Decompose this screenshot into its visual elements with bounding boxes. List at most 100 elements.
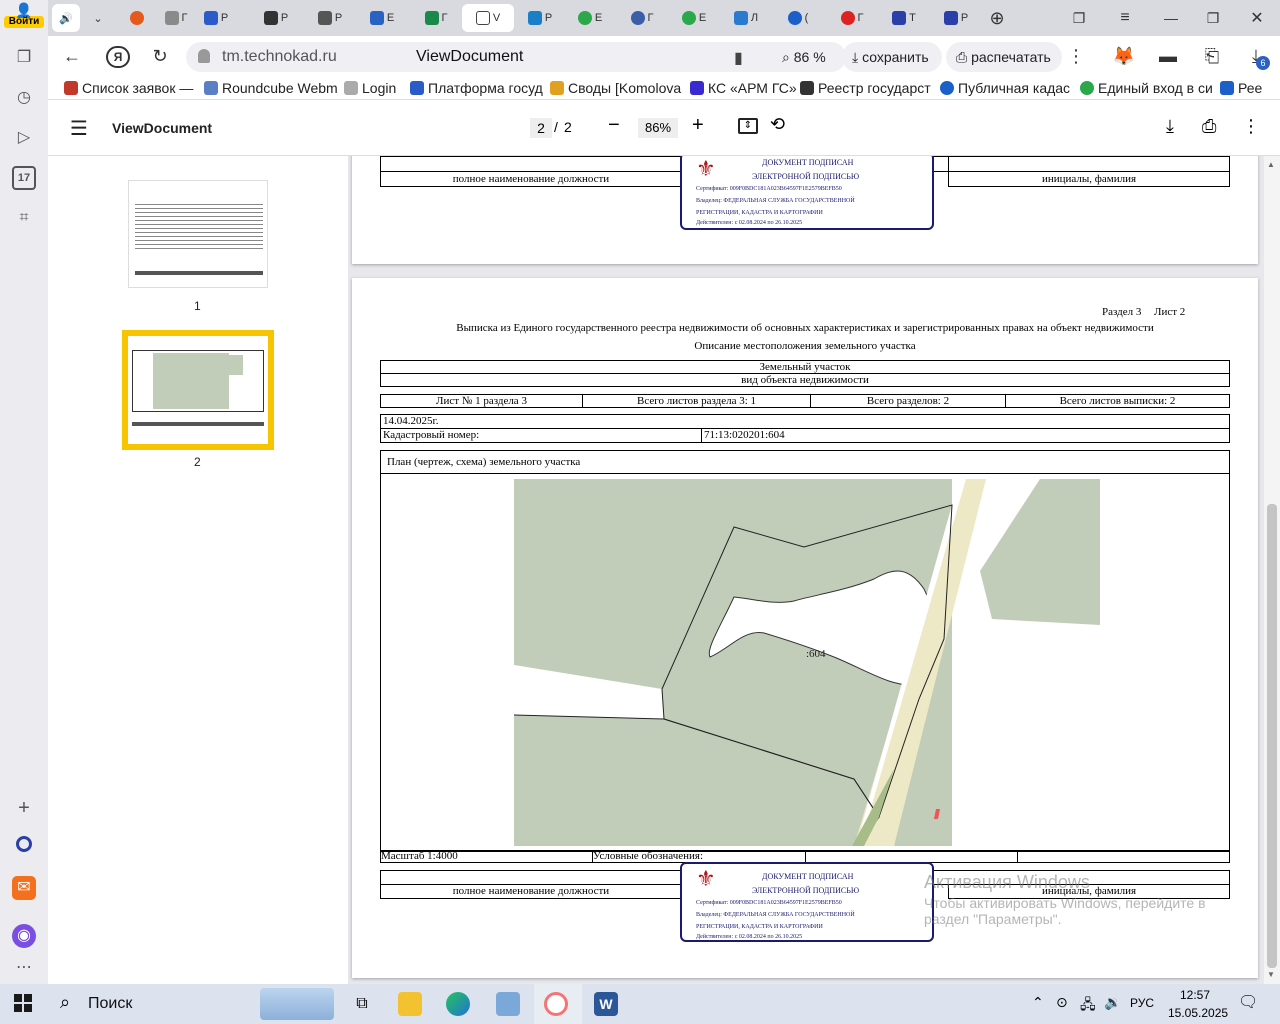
extension-icon-1[interactable]: 🦊	[1112, 46, 1136, 68]
tray-icon-1[interactable]: ⊙	[1056, 994, 1068, 1011]
bookmark-icon[interactable]: ▮	[734, 48, 743, 68]
scale-cell: Масштаб 1:4000	[380, 850, 593, 863]
close-window-button[interactable]: ✕	[1244, 4, 1270, 32]
mail-icon[interactable]: ✉	[12, 876, 36, 900]
scroll-thumb[interactable]	[1267, 504, 1277, 968]
scrollbar[interactable]: ▲ ▼	[1264, 156, 1280, 984]
initials-label: инициалы, фамилия	[948, 171, 1230, 187]
tabs-collection-icon[interactable]: ❐	[1066, 4, 1092, 32]
tab-14[interactable]: (	[778, 4, 818, 32]
tab-5[interactable]: Р	[310, 4, 350, 32]
browser-menu-icon[interactable]: ≡	[1112, 4, 1138, 32]
tab-dropdown[interactable]: ⌄	[84, 4, 112, 32]
tab-17[interactable]: Р	[936, 4, 976, 32]
bookmark-item[interactable]: Login	[344, 80, 396, 96]
scroll-up-arrow[interactable]: ▲	[1267, 160, 1275, 169]
bookmark-item[interactable]: Рее	[1220, 80, 1262, 96]
tab-speaker[interactable]: 🔊	[52, 4, 80, 32]
fit-page-icon[interactable]: ⇕	[738, 118, 758, 134]
clock-time[interactable]: 12:57	[1180, 988, 1210, 1002]
thumbnail-page-1[interactable]	[128, 180, 268, 288]
tab-12[interactable]: Е	[674, 4, 714, 32]
parcel-right	[980, 479, 1100, 625]
search-illustration	[260, 988, 334, 1020]
tab-active-viewdocument[interactable]: V	[462, 4, 514, 32]
print-pdf-icon[interactable]: ⎙	[1202, 116, 1216, 137]
tab-13[interactable]: Л	[726, 4, 766, 32]
thumbnail-page-2[interactable]	[122, 330, 274, 450]
extension-icon-3[interactable]: ⎗	[1200, 46, 1224, 68]
network-icon[interactable]: 🖧	[1080, 994, 1096, 1018]
word-icon[interactable]: W	[594, 992, 618, 1016]
download-icon: ⤓	[852, 48, 863, 65]
yandex-icon[interactable]: Я	[106, 46, 130, 68]
zoom-out-button[interactable]: −	[608, 114, 620, 137]
zoom-pill[interactable]: ⌕ 86 %	[772, 42, 846, 72]
zoom-icon: ⌕	[782, 48, 794, 65]
bookmark-item[interactable]: Платформа госуд	[410, 80, 543, 96]
downloads-icon[interactable]: ⤓ 6	[1244, 46, 1270, 70]
save-button[interactable]: ⤓ сохранить	[842, 42, 942, 72]
tab-11[interactable]: Г	[622, 4, 662, 32]
tab-9[interactable]: Р	[520, 4, 560, 32]
tab-6[interactable]: Е	[362, 4, 402, 32]
pdf-toolbar: ☰ ViewDocument 2 / 2 − 86% + ⇕ ⟲ ⤓ ⎙ ⋮	[48, 100, 1280, 156]
bookmark-item[interactable]: Публичная кадас	[940, 80, 1070, 96]
minimize-button[interactable]: —	[1158, 4, 1184, 32]
tab-1[interactable]	[118, 4, 158, 32]
history-icon[interactable]: ◷	[12, 86, 36, 110]
language-indicator[interactable]: РУС	[1130, 996, 1154, 1010]
tab-16[interactable]: Т	[884, 4, 924, 32]
video-icon[interactable]: ▷	[12, 126, 36, 150]
position-label-2: полное наименование должности	[380, 884, 682, 899]
thumbnail-panel: 1 2	[48, 156, 348, 984]
address-bar[interactable]: tm.technokad.ru ViewDocument ▮	[186, 42, 818, 72]
app-icon[interactable]	[496, 992, 520, 1016]
tab-3[interactable]: Р	[196, 4, 236, 32]
zoom-input[interactable]: 86%	[638, 118, 678, 138]
messenger-icon[interactable]: ◉	[12, 924, 36, 948]
more-options-icon[interactable]: ⋮	[1064, 46, 1088, 68]
bookmark-item[interactable]: Единый вход в си	[1080, 80, 1213, 96]
back-icon[interactable]: ←	[60, 46, 84, 68]
menu-icon[interactable]: ☰	[70, 116, 88, 141]
clock-date[interactable]: 15.05.2025	[1168, 1006, 1228, 1020]
bookmark-item[interactable]: Своды [Komolova	[550, 80, 681, 96]
collections-icon[interactable]: ❐	[12, 46, 36, 70]
bookmark-item[interactable]: Список заявок —	[64, 80, 193, 96]
tray-chevron-icon[interactable]: ⌃	[1032, 994, 1044, 1011]
scroll-down-arrow[interactable]: ▼	[1267, 970, 1275, 979]
add-panel-icon[interactable]: +	[12, 796, 36, 820]
bookmark-item[interactable]: КС «АРМ ГС»	[690, 80, 797, 96]
reload-icon[interactable]: ↻	[148, 46, 172, 68]
more-icon[interactable]: ⋯	[12, 956, 36, 980]
screenshot-icon[interactable]: ⌗	[12, 206, 36, 230]
tab-7[interactable]: Г	[416, 4, 456, 32]
tab-2[interactable]: Г	[156, 4, 196, 32]
calendar-icon[interactable]: 17	[12, 166, 36, 190]
restore-button[interactable]: ❐	[1200, 4, 1226, 32]
site-info-icon[interactable]	[198, 49, 210, 63]
new-tab-button[interactable]: ⊕	[984, 4, 1010, 32]
tab-4[interactable]: Р	[256, 4, 296, 32]
task-view-icon[interactable]: ⧉	[350, 992, 374, 1016]
bookmark-item[interactable]: Реестр государст	[800, 80, 931, 96]
download-pdf-icon[interactable]: ⤓	[1166, 116, 1174, 137]
viewer-more-icon[interactable]: ⋮	[1242, 116, 1260, 137]
print-button[interactable]: ⎙ распечатать	[946, 42, 1062, 72]
tab-15[interactable]: Г	[832, 4, 872, 32]
volume-icon[interactable]: 🔉	[1104, 994, 1121, 1011]
edge-icon[interactable]	[446, 992, 470, 1016]
page-number-input[interactable]: 2	[530, 118, 552, 138]
alice-icon[interactable]	[12, 836, 36, 860]
extension-icon-2[interactable]: ▬	[1156, 46, 1180, 68]
zoom-in-button[interactable]: +	[692, 114, 704, 137]
login-button[interactable]: 👤 Войти	[4, 3, 44, 34]
tab-10[interactable]: Е	[570, 4, 610, 32]
file-explorer-icon[interactable]	[398, 992, 422, 1016]
rotate-icon[interactable]: ⟲	[770, 114, 785, 135]
start-icon[interactable]	[14, 994, 32, 1012]
taskbar-search[interactable]: ⌕ Поиск	[50, 984, 340, 1024]
bookmark-item[interactable]: Roundcube Webm	[204, 80, 338, 96]
notifications-icon[interactable]: 🗨	[1238, 992, 1258, 1012]
